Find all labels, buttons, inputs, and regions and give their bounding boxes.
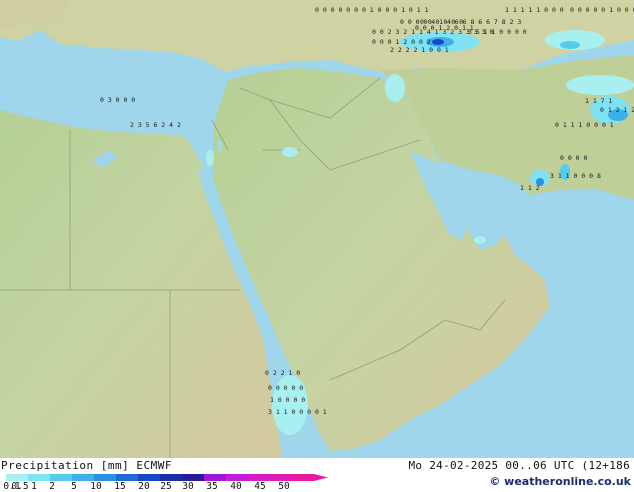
- legend-swatch: [138, 474, 160, 481]
- legend-label: 30: [182, 481, 194, 492]
- valid-time: Mo 24-02-2025 00..06 UTC (12+186: [408, 459, 630, 472]
- legend-swatch: [248, 474, 270, 481]
- precip-value-row: 1 1 2: [520, 184, 540, 192]
- precip-value-row: 0 0 0 0 0 1 0 0 0 1 0 0: [570, 6, 634, 14]
- precip-value-row: 0 0 0 1 2 0 1 1: [415, 24, 474, 32]
- legend-swatch: [94, 474, 116, 481]
- precip-value-row: 2 2 2 2 1 0 0 1: [390, 46, 449, 54]
- legend-label: 10: [90, 481, 102, 492]
- legend-arrow: [314, 474, 328, 481]
- dead-sea: [218, 140, 222, 152]
- precip-value-row: 3 1 1 0 0 0 8: [550, 172, 601, 180]
- precip-value-row: 1 1 7 1: [585, 97, 612, 105]
- precip-value-row: 0 0 0 0 0: [268, 384, 303, 392]
- legend-swatch: [28, 474, 50, 481]
- legend-swatch: [226, 474, 248, 481]
- credit-link[interactable]: © weatheronline.co.uk: [489, 475, 631, 488]
- precip-value-row: 0 2 2 1 0: [265, 369, 300, 377]
- precipitation-map: 0 0 0 0 0 0 0 1 0 0 0 1 0 1 1 1 1 1 1 1 0…: [0, 0, 634, 458]
- legend-label: 1: [31, 481, 37, 492]
- legend-label: 25: [160, 481, 172, 492]
- precip-value-row: 3 1 1 0 0 0 0 1: [268, 408, 327, 416]
- precip-value-row: 1 1 1 1 1 0 0 0: [505, 6, 564, 14]
- precip-value-row: 0 0 0 1 2 0 0 2: [372, 38, 431, 46]
- legend-swatch: [182, 474, 204, 481]
- precip-value-row: 3 5 1 1 0 0 0 0: [468, 28, 527, 36]
- precip-value-row: 0 0 0 0: [560, 154, 587, 162]
- legend-colorbar: [6, 474, 328, 481]
- legend-label: 0.5: [11, 481, 29, 492]
- precip-value-row: 0 1 2 1 2 3: [600, 106, 634, 114]
- precip-value-row: 0 3 0 0 0: [100, 96, 135, 104]
- legend-label: 20: [138, 481, 150, 492]
- legend-label: 40: [230, 481, 242, 492]
- legend-swatch: [270, 474, 292, 481]
- legend-label: 2: [49, 481, 55, 492]
- legend-swatch: [72, 474, 94, 481]
- legend-swatch: [204, 474, 226, 481]
- legend-label: 15: [114, 481, 126, 492]
- precip-value-row: 0 1 1 1 0 0 0 1: [555, 121, 614, 129]
- precip-value-row: 0 0 0 0 0 0 0 1 0 0 0 1 0 1 1: [315, 6, 429, 14]
- precip-value-row: 2 3 5 6 2 4 2: [130, 121, 181, 129]
- legend-label: 35: [206, 481, 218, 492]
- map-canvas: 0 0 0 0 0 0 0 1 0 0 0 1 0 1 1 1 1 1 1 1 0…: [0, 0, 634, 458]
- legend-swatch: [116, 474, 138, 481]
- precip-value-row: 1 0 0 0 0: [270, 396, 305, 404]
- legend-label: 45: [254, 481, 266, 492]
- legend-swatch: [6, 474, 28, 481]
- legend-swatch: [50, 474, 72, 481]
- legend-label: 50: [278, 481, 290, 492]
- legend-label: 5: [71, 481, 77, 492]
- legend-swatch: [160, 474, 182, 481]
- legend-swatch: [292, 474, 314, 481]
- chart-title: Precipitation [mm] ECMWF: [1, 459, 172, 472]
- footer: Precipitation [mm] ECMWF Mo 24-02-2025 0…: [0, 458, 634, 492]
